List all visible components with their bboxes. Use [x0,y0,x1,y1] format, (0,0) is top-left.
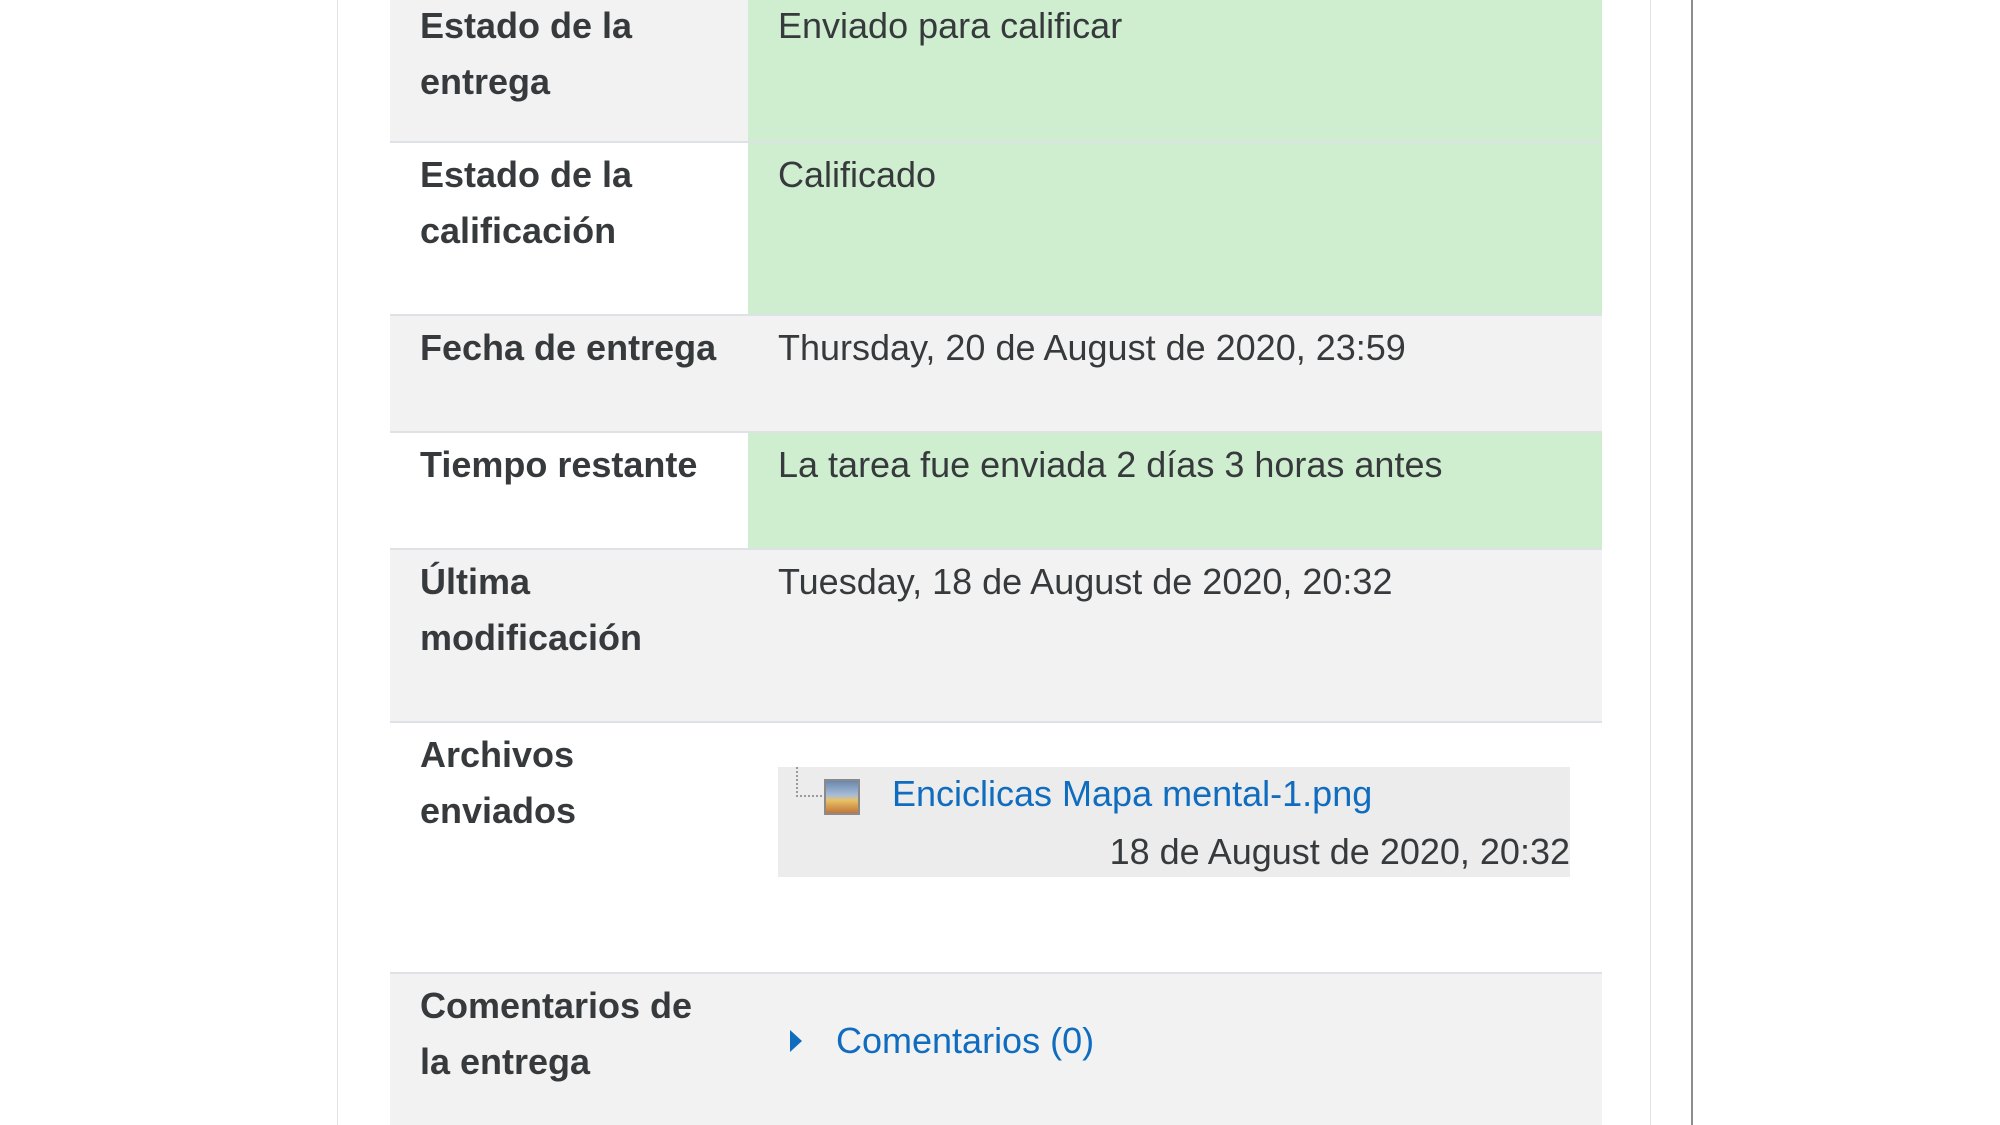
row-value: Enviado para calificar [748,0,1602,141]
comments-link[interactable]: Comentarios (0) [836,1016,1094,1066]
page-border [1691,0,1693,1125]
comments-toggle[interactable]: Comentarios (0) [778,1016,1572,1066]
row-value: Calificado [748,143,1602,314]
image-file-icon [824,779,860,815]
row-label: Comentarios de la entrega [390,974,748,1125]
page: Estado de la entrega Enviado para califi… [0,0,2000,1125]
row-submission-status: Estado de la entrega Enviado para califi… [390,0,1602,143]
row-value: Thursday, 20 de August de 2020, 23:59 [748,316,1602,431]
row-grading-status: Estado de la calificación Calificado [390,143,1602,316]
row-label: Archivos enviados [390,723,748,972]
row-time-remaining: Tiempo restante La tarea fue enviada 2 d… [390,433,1602,550]
file-date: 18 de August de 2020, 20:32 [1109,831,1570,872]
file-link[interactable]: Enciclicas Mapa mental-1.png [892,769,1372,819]
row-value: La tarea fue enviada 2 días 3 horas ante… [748,433,1602,548]
file-tree: Enciclicas Mapa mental-1.png 18 de Augus… [778,767,1570,877]
row-label: Estado de la entrega [390,0,748,141]
row-label: Tiempo restante [390,433,748,548]
row-value: Comentarios (0) [748,974,1602,1125]
tree-connector [796,767,826,797]
row-value: Tuesday, 18 de August de 2020, 20:32 [748,550,1602,721]
submission-status-table: Estado de la entrega Enviado para califi… [390,0,1602,1125]
row-label: Última modificación [390,550,748,721]
row-label: Fecha de entrega [390,316,748,431]
row-label: Estado de la calificación [390,143,748,314]
row-due-date: Fecha de entrega Thursday, 20 de August … [390,316,1602,433]
caret-right-icon[interactable] [790,1030,802,1052]
row-submission-comments: Comentarios de la entrega Comentarios (0… [390,974,1602,1125]
row-value: Enciclicas Mapa mental-1.png 18 de Augus… [748,723,1602,972]
row-submitted-files: Archivos enviados Enciclicas Mapa mental… [390,723,1602,974]
row-last-modified: Última modificación Tuesday, 18 de Augus… [390,550,1602,723]
